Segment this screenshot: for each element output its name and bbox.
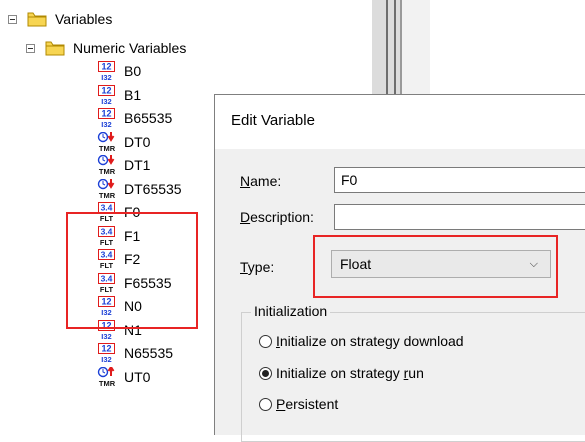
radio-label: Initialize on strategy download: [276, 333, 464, 349]
tree-node-numeric-variables[interactable]: Numeric Variables: [26, 37, 186, 59]
radio-button[interactable]: [259, 397, 272, 411]
radio-button[interactable]: [259, 366, 272, 380]
tree-label-variables: Variables: [55, 11, 113, 27]
tree-item[interactable]: TMR DT0: [96, 131, 150, 153]
type-label: Type:: [240, 259, 275, 275]
svg-text:I32: I32: [101, 332, 111, 340]
folder-icon: [45, 41, 65, 55]
timer-down-icon: TMR: [97, 131, 116, 152]
tree-item-label: UT0: [124, 368, 151, 385]
timer-up-icon: TMR: [97, 366, 116, 387]
tree-label-numeric-variables: Numeric Variables: [73, 40, 187, 56]
tree-node-variables[interactable]: Variables: [8, 8, 112, 30]
collapse-toggle-icon[interactable]: [8, 14, 17, 24]
tree-item[interactable]: TMR DT65535: [96, 178, 182, 200]
svg-text:I32: I32: [101, 97, 111, 105]
description-label: Description:: [240, 209, 314, 225]
int32-icon: 12I32: [98, 343, 115, 363]
float-variables-highlight: [66, 212, 198, 329]
collapse-toggle-icon[interactable]: [26, 43, 35, 53]
scrollbar-remnant: [372, 0, 430, 100]
dialog-title-bar: Edit Variable: [215, 95, 585, 149]
tree-item-label: DT1: [124, 157, 151, 173]
svg-text:12: 12: [101, 109, 111, 119]
tree-item[interactable]: TMR DT1: [96, 154, 150, 176]
svg-text:I32: I32: [101, 73, 111, 81]
name-field[interactable]: F0: [334, 167, 585, 193]
timer-down-icon: TMR: [97, 178, 116, 199]
tree-item[interactable]: TMR UT0: [96, 366, 150, 388]
svg-text:12: 12: [101, 62, 111, 72]
tree-item[interactable]: 12 I32 B1: [96, 84, 141, 106]
svg-text:TMR: TMR: [99, 379, 116, 387]
svg-text:12: 12: [101, 85, 111, 95]
tree-item-label: DT65535: [124, 180, 182, 197]
int32-icon: 12I32: [98, 61, 115, 81]
radio-label: Persistent: [276, 396, 339, 412]
tree-item[interactable]: 12 I32 N65535: [96, 342, 173, 364]
init-radio-option[interactable]: Persistent: [259, 394, 338, 414]
svg-text:I32: I32: [101, 120, 111, 128]
description-field[interactable]: [334, 204, 585, 230]
timer-down-icon: TMR: [97, 155, 116, 175]
tree-item[interactable]: 12 I32 B65535: [96, 107, 172, 129]
init-radio-option[interactable]: Initialize on strategy run: [259, 363, 424, 383]
int32-icon: 12I32: [98, 84, 115, 105]
name-label: Name:: [240, 173, 282, 189]
folder-icon: [27, 12, 47, 26]
radio-label: Initialize on strategy run: [276, 365, 424, 381]
init-radio-option[interactable]: Initialize on strategy download: [259, 331, 464, 351]
tree-item-label: N65535: [124, 345, 174, 361]
svg-text:3.4: 3.4: [101, 203, 113, 213]
dialog-title: Edit Variable: [231, 112, 315, 129]
svg-text:TMR: TMR: [99, 167, 116, 175]
svg-text:12: 12: [101, 344, 111, 354]
radio-button[interactable]: [259, 334, 272, 348]
svg-text:I32: I32: [101, 355, 111, 363]
tree-item-label: B0: [124, 63, 142, 79]
tree-item[interactable]: 12 I32 B0: [96, 60, 141, 82]
tree-item-label: B65535: [124, 110, 173, 126]
svg-text:TMR: TMR: [99, 191, 116, 199]
tree-item-label: B1: [124, 86, 142, 103]
tree-item-label: DT0: [124, 133, 151, 150]
int32-icon: 12I32: [98, 108, 115, 128]
initialization-group-label: Initialization: [251, 303, 331, 319]
svg-text:TMR: TMR: [99, 144, 116, 152]
type-select-highlight: [313, 235, 558, 298]
